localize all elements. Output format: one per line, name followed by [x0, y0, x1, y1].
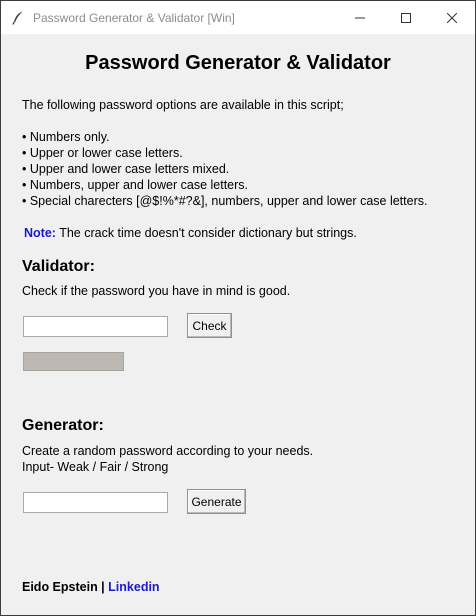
page-title: Password Generator & Validator [85, 52, 391, 74]
option-item: • Numbers, upper and lower case letters. [22, 178, 249, 192]
note-line: Note: The crack time doesn't consider di… [24, 225, 357, 241]
validator-title: Validator: [22, 258, 95, 275]
maximize-icon [401, 12, 411, 23]
feather-quill-icon [5, 1, 31, 34]
linkedin-link[interactable]: Linkedin [108, 580, 159, 594]
check-button[interactable]: Check [187, 313, 232, 338]
intro-text: The following password options are avail… [22, 98, 344, 112]
app-window: Password Generator & Validator [Win] Pas… [0, 0, 476, 616]
option-item: • Numbers only. [22, 130, 110, 144]
generator-strength-input[interactable] [23, 492, 168, 513]
window-title: Password Generator & Validator [Win] [33, 10, 235, 25]
title-bar[interactable]: Password Generator & Validator [Win] [1, 1, 475, 34]
close-icon [447, 12, 457, 23]
validator-description: Check if the password you have in mind i… [22, 284, 291, 298]
option-item: • Upper and lower case letters mixed. [22, 162, 230, 176]
option-item: • Special charecters [@$!%*#?&], numbers… [22, 194, 428, 208]
main-content: Password Generator & Validator The follo… [1, 34, 475, 615]
minimize-button[interactable] [337, 1, 383, 34]
generate-button[interactable]: Generate [187, 489, 246, 514]
maximize-button[interactable] [383, 1, 429, 34]
window-controls [337, 1, 475, 34]
generator-description: Create a random password according to yo… [22, 444, 314, 458]
note-text: The crack time doesn't consider dictiona… [59, 226, 357, 240]
note-label: Note: [24, 226, 56, 240]
validator-password-input[interactable] [23, 316, 168, 337]
footer: Eido Epstein | Linkedin [22, 580, 160, 594]
option-item: • Upper or lower case letters. [22, 146, 183, 160]
minimize-icon [355, 17, 365, 18]
close-button[interactable] [429, 1, 475, 34]
generator-title: Generator: [22, 417, 104, 434]
author-name: Eido Epstein | [22, 580, 105, 594]
generator-input-hint: Input- Weak / Fair / Strong [22, 460, 169, 474]
strength-indicator [23, 352, 124, 371]
